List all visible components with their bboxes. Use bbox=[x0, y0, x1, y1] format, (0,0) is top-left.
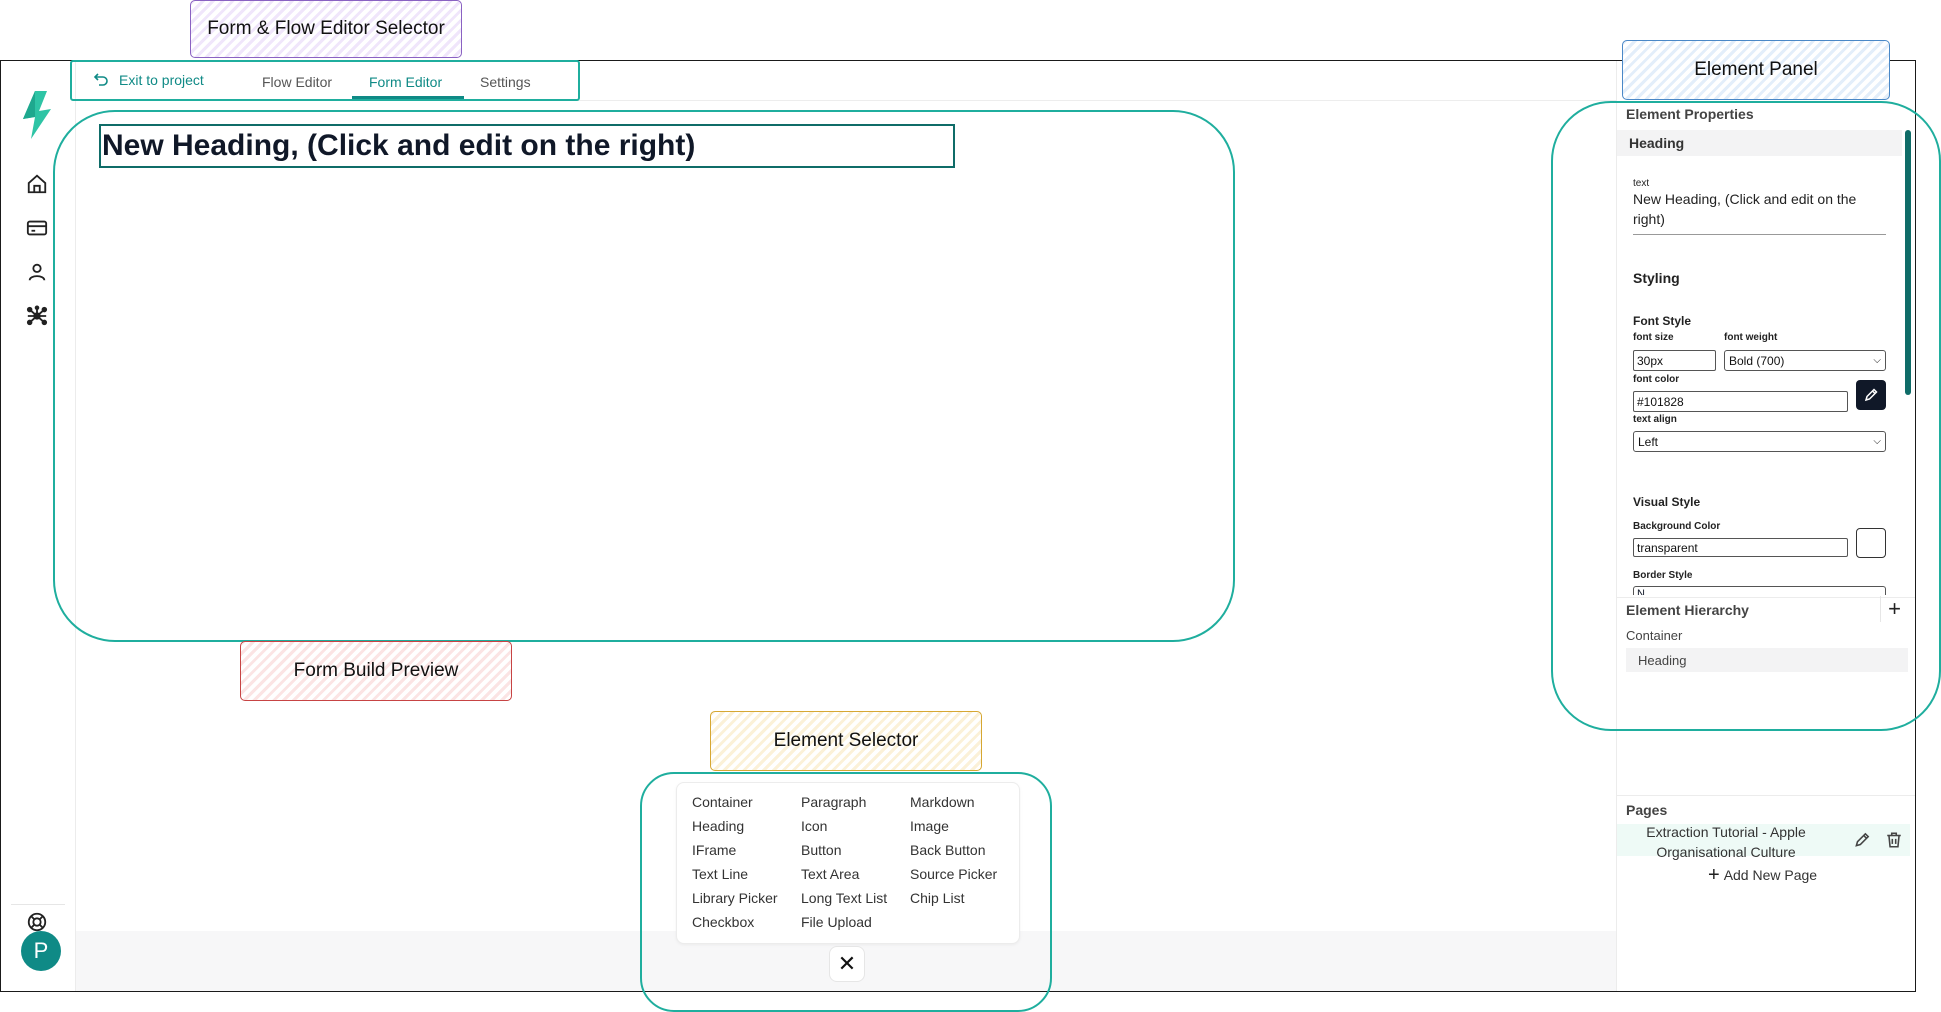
pages-divider bbox=[1617, 795, 1915, 796]
card-icon[interactable] bbox=[23, 214, 51, 242]
add-new-page-label: Add New Page bbox=[1723, 867, 1818, 883]
pages-title: Pages bbox=[1626, 802, 1668, 818]
annotation-form-flow-selector: Form & Flow Editor Selector bbox=[190, 0, 462, 58]
delete-page-icon[interactable] bbox=[1885, 831, 1903, 854]
annotation-element-panel-outline bbox=[1551, 101, 1941, 731]
page-item-label: Extraction Tutorial - Apple Organisation… bbox=[1646, 824, 1806, 860]
annotation-form-build-preview-label: Form Build Preview bbox=[293, 660, 459, 681]
plus-icon: + bbox=[1708, 864, 1720, 886]
home-icon[interactable] bbox=[23, 170, 51, 198]
annotation-element-selector-label: Element Selector bbox=[773, 730, 919, 751]
annotation-element-panel: Element Panel bbox=[1622, 40, 1890, 100]
annotation-element-selector: Element Selector bbox=[710, 711, 982, 771]
logo-icon[interactable] bbox=[21, 91, 53, 139]
edit-page-icon[interactable] bbox=[1853, 831, 1871, 854]
avatar-letter: P bbox=[33, 938, 49, 963]
network-icon[interactable] bbox=[23, 302, 51, 330]
annotation-tabs-outline bbox=[70, 60, 580, 101]
annotation-form-flow-selector-label: Form & Flow Editor Selector bbox=[207, 18, 445, 39]
add-new-page-button[interactable]: + Add New Page bbox=[1708, 864, 1818, 886]
nav-divider bbox=[11, 904, 65, 905]
annotation-preview-outline bbox=[53, 110, 1235, 642]
annotation-element-selector-outline bbox=[640, 772, 1052, 1012]
avatar[interactable]: P bbox=[21, 931, 61, 971]
annotation-element-panel-label: Element Panel bbox=[1694, 59, 1818, 80]
annotation-form-build-preview: Form Build Preview bbox=[240, 641, 512, 701]
user-icon[interactable] bbox=[23, 258, 51, 286]
page-item[interactable]: Extraction Tutorial - Apple Organisation… bbox=[1617, 824, 1910, 860]
